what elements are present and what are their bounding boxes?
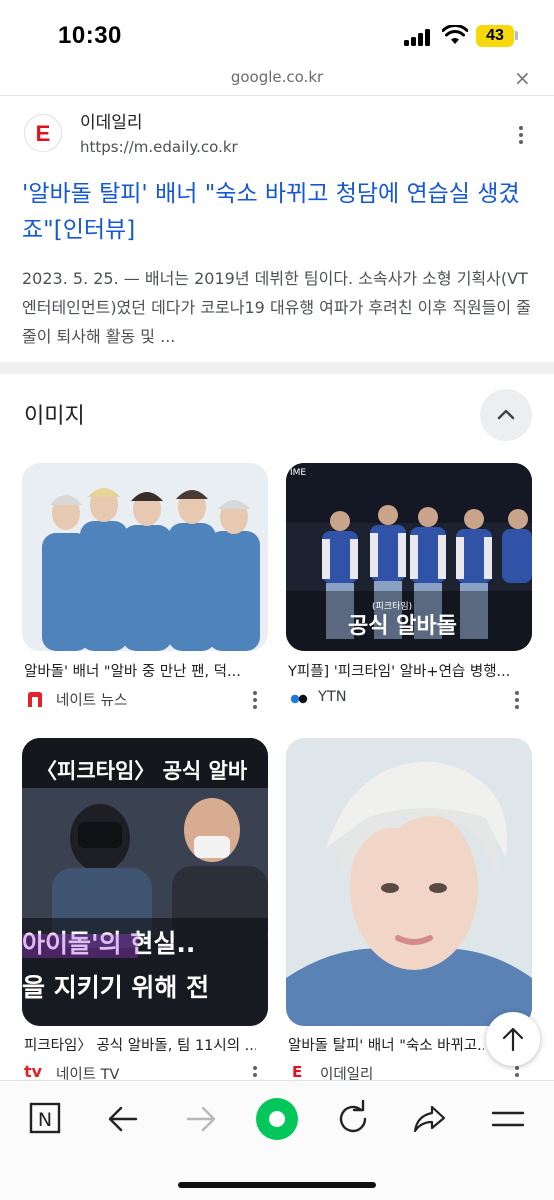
overlay-title-text: 공식 알바돌: [348, 614, 457, 639]
nate-tv-icon: tv: [24, 1062, 43, 1080]
more-options-icon[interactable]: [252, 691, 258, 713]
status-bar: 10:30 43: [0, 0, 554, 66]
naver-n-button[interactable]: N: [22, 1095, 70, 1143]
image-result-1[interactable]: [22, 463, 268, 651]
overlay-corner-text: IME: [290, 468, 306, 478]
group-photo-image: [22, 463, 268, 651]
svg-text:tv: tv: [24, 1062, 43, 1080]
back-button[interactable]: [100, 1095, 148, 1143]
result-snippet: 2023. 5. 25. — 배너는 2019년 데뷔한 팀이다. 소속사가 소…: [22, 269, 531, 346]
overlay-top-text: 〈피크타임〉 공식 알바: [36, 759, 248, 783]
home-indicator: [178, 1182, 376, 1188]
menu-icon: [491, 1111, 525, 1127]
scroll-to-top-button[interactable]: [486, 1012, 540, 1066]
collapse-button[interactable]: [480, 389, 532, 441]
battery-indicator: 43: [476, 25, 514, 47]
arrow-up-icon: [502, 1027, 524, 1052]
share-button[interactable]: [406, 1095, 454, 1143]
close-icon[interactable]: ×: [514, 66, 531, 90]
wifi-icon: [442, 25, 468, 44]
green-dot-icon: [256, 1098, 298, 1140]
more-options-icon[interactable]: [514, 691, 520, 713]
site-name[interactable]: 이데일리: [80, 108, 143, 133]
url-text[interactable]: google.co.kr: [0, 68, 554, 86]
section-divider: [0, 362, 554, 374]
battery-tip: [515, 31, 518, 40]
share-icon: [413, 1105, 446, 1133]
svg-text:E: E: [292, 1063, 302, 1080]
image-source-2[interactable]: YTN: [318, 689, 347, 705]
stage-photo-image: (피크타임) 공식 알바돌 IME: [286, 463, 532, 651]
back-arrow-icon: [108, 1106, 138, 1132]
image-result-2[interactable]: (피크타임) 공식 알바돌 IME: [286, 463, 532, 651]
edaily-logo-icon: E: [24, 114, 62, 152]
images-section-title: 이미지: [24, 404, 85, 429]
portrait-photo-image: [286, 738, 532, 1026]
image-caption-3[interactable]: 피크타임〉 공식 알바돌, 팀 11시의 ...: [24, 1034, 256, 1055]
site-url[interactable]: https://m.edaily.co.kr: [80, 138, 238, 156]
ytn-icon: [290, 694, 308, 704]
chevron-up-icon: [497, 409, 515, 420]
image-source-1[interactable]: 네이트 뉴스: [56, 689, 127, 710]
menu-button[interactable]: [484, 1095, 532, 1143]
overlay-bottom-text: 을 지키기 위해 전: [22, 973, 209, 1002]
nate-news-icon: [26, 690, 44, 708]
video-thumbnail-image: 〈피크타임〉 공식 알바 아이돌'의 현실.. 을 지키기 위해 전: [22, 738, 268, 1026]
image-caption-2[interactable]: Y피플] '피크타임' 알바+연습 병행...: [288, 660, 520, 681]
status-time: 10:30: [58, 22, 122, 49]
refresh-icon: [339, 1099, 367, 1133]
image-caption-4[interactable]: 알바돌 탈피' 배너 "숙소 바뀌고...: [288, 1034, 484, 1055]
edaily-icon: E: [292, 1063, 302, 1080]
search-result: E 이데일리 https://m.edaily.co.kr '알바돌 탈피' 배…: [0, 96, 554, 362]
naver-n-icon: N: [29, 1102, 61, 1134]
refresh-button[interactable]: [330, 1095, 378, 1143]
more-options-icon[interactable]: [518, 126, 524, 148]
forward-button[interactable]: [176, 1095, 224, 1143]
url-bar[interactable]: google.co.kr ×: [0, 66, 554, 96]
naver-green-button[interactable]: [253, 1095, 301, 1143]
svg-text:N: N: [38, 1109, 52, 1131]
image-caption-1[interactable]: 알바돌' 배너 "알바 중 만난 팬, 덕...: [24, 660, 256, 681]
image-result-3[interactable]: 〈피크타임〉 공식 알바 아이돌'의 현실.. 을 지키기 위해 전: [22, 738, 268, 1026]
overlay-small-text: (피크타임): [372, 600, 412, 612]
image-result-4[interactable]: [286, 738, 532, 1026]
forward-arrow-icon: [186, 1106, 216, 1132]
signal-icon: [404, 28, 434, 46]
result-title-link[interactable]: '알바돌 탈피' 배너 "숙소 바뀌고 청담에 연습실 생겼죠"[인터뷰]: [22, 176, 534, 248]
